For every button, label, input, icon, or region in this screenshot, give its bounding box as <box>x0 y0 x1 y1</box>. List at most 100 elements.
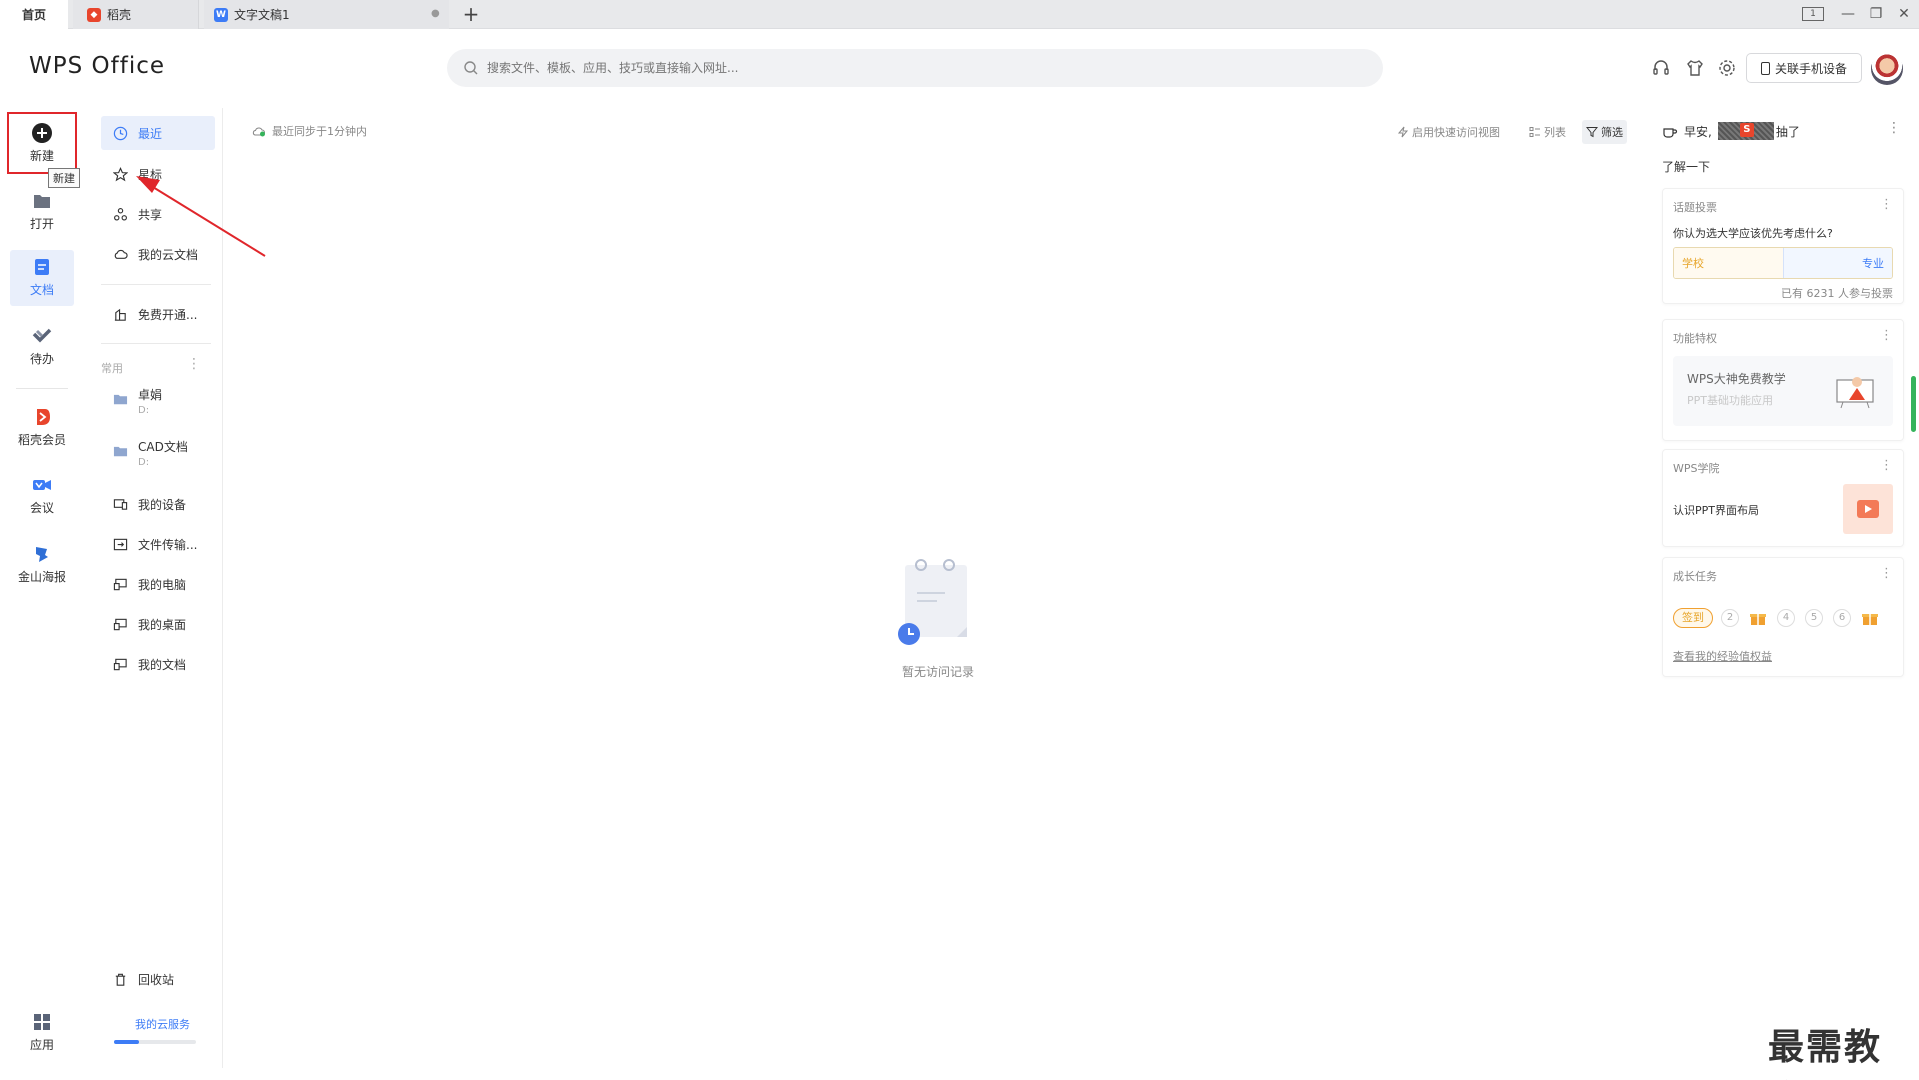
card-more-icon[interactable]: ⋮ <box>1880 566 1893 581</box>
rail-vip-button[interactable]: 稻壳会员 <box>10 400 74 456</box>
folder-icon <box>113 394 128 405</box>
nav-trash[interactable]: 回收站 <box>101 962 215 996</box>
search-bar[interactable] <box>447 49 1383 87</box>
page-view-icon[interactable]: 1 <box>1802 7 1824 21</box>
cloud-icon <box>114 249 128 259</box>
tab-close-dot-icon[interactable]: ● <box>431 9 440 19</box>
privilege-subline: PPT基础功能应用 <box>1687 394 1773 407</box>
close-button[interactable]: ✕ <box>1894 4 1914 24</box>
computer-icon <box>113 578 127 590</box>
rail-meeting-button[interactable]: 会议 <box>10 468 74 524</box>
search-input[interactable] <box>487 61 1187 75</box>
card-more-icon[interactable]: ⋮ <box>1880 458 1893 473</box>
quick-access-view-button[interactable]: 启用快速访问视图 <box>1393 120 1504 144</box>
nav-folder-cad[interactable]: CAD文档 D: <box>101 432 215 476</box>
greeting-suffix: 抽了 <box>1775 124 1800 139</box>
sync-status-label: 最近同步于1分钟内 <box>272 125 367 138</box>
nav-cloud-docs[interactable]: 我的云文档 <box>101 237 215 271</box>
apps-grid-icon <box>34 1014 50 1030</box>
tab-document-label: 文字文稿1 <box>234 8 290 22</box>
checkin-step: 4 <box>1777 609 1795 627</box>
privilege-promo[interactable]: WPS大神免费教学 PPT基础功能应用 <box>1673 356 1893 426</box>
growth-task-card: 成长任务 ⋮ 签到 2 4 5 6 查看我的经验值权益 <box>1662 557 1904 677</box>
card-more-icon[interactable]: ⋮ <box>1880 197 1893 212</box>
nav-folder-desktop-path: D: <box>138 405 150 416</box>
nav-share-label: 共享 <box>138 207 163 222</box>
tab-bar: 首页 ◆ 稻壳 W 文字文稿1 ● + 1 — ❐ ✕ <box>0 0 1919 29</box>
sync-status: 最近同步于1分钟内 <box>252 123 367 139</box>
nav-my-documents[interactable]: 我的文档 <box>101 647 215 681</box>
nav-my-device[interactable]: 我的设备 <box>101 487 215 521</box>
skin-shirt-icon[interactable] <box>1685 58 1705 78</box>
rail-poster-button[interactable]: 金山海报 <box>10 537 74 593</box>
documents-icon <box>113 658 127 670</box>
video-thumbnail[interactable] <box>1843 484 1893 534</box>
nav-column: 最近 星标 共享 我的云文档 免费开通... 常用 ⋮ 卓娟 D: CAD文档 D: <box>91 0 223 1080</box>
nav-my-pc-label: 我的电脑 <box>138 577 187 592</box>
restore-button[interactable]: ❐ <box>1866 4 1886 24</box>
topic-vote-card: 话题投票 ⋮ 你认为选大学应该优先考虑什么? 学校 专业 已有 6231 人参与… <box>1662 188 1904 304</box>
college-course-title[interactable]: 认识PPT界面布局 <box>1673 502 1759 518</box>
search-icon <box>464 61 478 75</box>
rail-todo-button[interactable]: 待办 <box>10 319 74 375</box>
checkin-button[interactable]: 签到 <box>1673 608 1713 628</box>
nav-my-desktop-label: 我的桌面 <box>138 617 187 632</box>
watermark-text: 最需教育 <box>1768 1027 1883 1080</box>
list-icon <box>1529 127 1540 137</box>
rail-open-button[interactable]: 打开 <box>10 184 74 240</box>
tab-document[interactable]: W 文字文稿1 ● <box>204 0 449 29</box>
nav-star[interactable]: 星标 <box>101 157 215 191</box>
list-view-button[interactable]: 列表 <box>1525 120 1570 144</box>
filter-icon <box>1586 127 1598 138</box>
column-divider <box>222 108 223 1068</box>
tab-home[interactable]: 首页 <box>0 0 68 29</box>
gift-icon <box>1750 614 1766 625</box>
link-phone-button[interactable]: 关联手机设备 <box>1746 53 1862 83</box>
rail-new-button[interactable]: 新建 <box>7 112 77 174</box>
new-tab-button[interactable]: + <box>460 3 482 25</box>
rail-doc-button[interactable]: 文档 <box>10 250 74 306</box>
vote-option-major[interactable]: 专业 <box>1782 248 1892 278</box>
learn-more-heading: 了解一下 <box>1662 160 1711 174</box>
right-panel-scrollbar[interactable] <box>1911 376 1916 432</box>
nav-recent[interactable]: 最近 <box>101 116 215 150</box>
nav-my-pc[interactable]: 我的电脑 <box>101 567 215 601</box>
nav-star-label: 星标 <box>138 167 163 182</box>
nav-my-desktop[interactable]: 我的桌面 <box>101 607 215 641</box>
lightning-icon <box>1397 126 1409 138</box>
nav-group-title: 常用 <box>101 362 123 375</box>
vote-option-school[interactable]: 学校 <box>1674 248 1783 278</box>
gift-icon <box>1862 614 1878 625</box>
nav-file-transfer-label: 文件传输... <box>138 537 198 552</box>
card-more-icon[interactable]: ⋮ <box>1880 328 1893 343</box>
greeting-more-icon[interactable]: ⋮ <box>1887 120 1901 136</box>
cloud-usage-fill <box>114 1040 139 1044</box>
filter-button[interactable]: 筛选 <box>1582 120 1627 144</box>
minimize-button[interactable]: — <box>1838 4 1858 24</box>
growth-task-title: 成长任务 <box>1673 570 1717 583</box>
nav-share[interactable]: 共享 <box>101 197 215 231</box>
headset-icon[interactable] <box>1651 58 1671 78</box>
avatar[interactable] <box>1871 53 1903 85</box>
nav-group-more-icon[interactable]: ⋮ <box>187 356 201 372</box>
nav-free-open-label: 免费开通... <box>138 307 198 322</box>
rail-meeting-label: 会议 <box>29 501 54 515</box>
folder-icon <box>113 446 128 457</box>
nav-free-open[interactable]: 免费开通... <box>101 297 215 331</box>
trash-icon <box>115 973 126 986</box>
privilege-headline: WPS大神免费教学 <box>1687 372 1786 386</box>
nav-recent-label: 最近 <box>138 126 163 141</box>
device-icon <box>113 498 128 510</box>
daoke-vip-icon <box>37 409 50 425</box>
filter-label: 筛选 <box>1601 126 1623 139</box>
rail-apps-button[interactable]: 应用 <box>10 1005 74 1061</box>
desktop-icon <box>113 618 127 630</box>
cloud-service-link[interactable]: 我的云服务 <box>135 1016 190 1032</box>
nav-folder-desktop[interactable]: 卓娟 D: <box>101 380 215 424</box>
feature-privilege-card: 功能特权 ⋮ WPS大神免费教学 PPT基础功能应用 <box>1662 319 1904 441</box>
cloud-sync-icon <box>252 127 265 137</box>
nav-file-transfer[interactable]: 文件传输... <box>101 527 215 561</box>
tab-home-label: 首页 <box>21 8 46 22</box>
experience-rights-link[interactable]: 查看我的经验值权益 <box>1673 648 1772 664</box>
gear-icon[interactable] <box>1717 58 1737 78</box>
